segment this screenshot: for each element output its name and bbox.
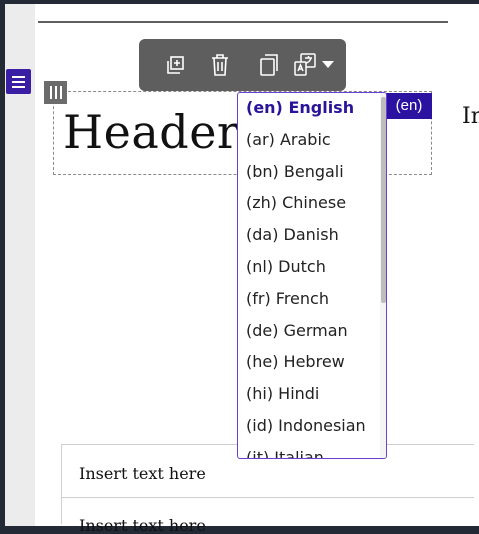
language-option[interactable]: (ar) Arabic bbox=[238, 125, 378, 157]
language-option[interactable]: (he) Hebrew bbox=[238, 347, 378, 379]
truncated-text: In bbox=[462, 104, 479, 129]
delete-button[interactable] bbox=[206, 51, 234, 79]
copy-icon bbox=[260, 54, 278, 76]
language-option[interactable]: (zh) Chinese bbox=[238, 188, 378, 220]
table-row-divider bbox=[61, 497, 474, 498]
language-option[interactable]: (de) German bbox=[238, 316, 378, 348]
language-option[interactable]: (bn) Bengali bbox=[238, 157, 378, 189]
header-text[interactable]: Header bbox=[63, 102, 239, 162]
language-list: (en) English (ar) Arabic (bn) Bengali (z… bbox=[238, 93, 378, 458]
block-menu-button[interactable] bbox=[6, 69, 31, 94]
language-option[interactable]: (hi) Hindi bbox=[238, 379, 378, 411]
copy-button[interactable] bbox=[255, 51, 283, 79]
language-dropdown[interactable]: (en) English (ar) Arabic (bn) Bengali (z… bbox=[237, 92, 387, 459]
handle-bar bbox=[49, 86, 52, 99]
caret-down-icon bbox=[322, 61, 334, 68]
menu-bar bbox=[12, 80, 25, 83]
dropdown-scrollbar[interactable] bbox=[380, 93, 386, 458]
drag-handle-icon[interactable] bbox=[44, 81, 67, 104]
table-cell[interactable]: Insert text here bbox=[79, 516, 206, 534]
language-option[interactable]: (nl) Dutch bbox=[238, 252, 378, 284]
menu-bar bbox=[12, 85, 25, 88]
duplicate-icon bbox=[167, 56, 184, 74]
divider bbox=[38, 21, 448, 23]
language-option[interactable]: (id) Indonesian bbox=[238, 411, 378, 443]
block-toolbar bbox=[139, 39, 346, 91]
scrollbar-thumb[interactable] bbox=[381, 97, 386, 303]
language-option[interactable]: (da) Danish bbox=[238, 220, 378, 252]
language-option[interactable]: (it) Italian bbox=[238, 443, 378, 458]
menu-bar bbox=[12, 75, 25, 78]
duplicate-button[interactable] bbox=[161, 51, 189, 79]
handle-bar bbox=[59, 86, 62, 99]
translate-button[interactable] bbox=[291, 51, 335, 79]
table-cell[interactable]: Insert text here bbox=[79, 464, 206, 484]
language-badge[interactable]: (en) bbox=[386, 93, 432, 119]
handle-bar bbox=[54, 86, 57, 99]
translate-icon bbox=[294, 53, 316, 76]
trash-icon bbox=[212, 54, 228, 76]
language-option[interactable]: (en) English bbox=[238, 93, 378, 125]
language-option[interactable]: (fr) French bbox=[238, 284, 378, 316]
